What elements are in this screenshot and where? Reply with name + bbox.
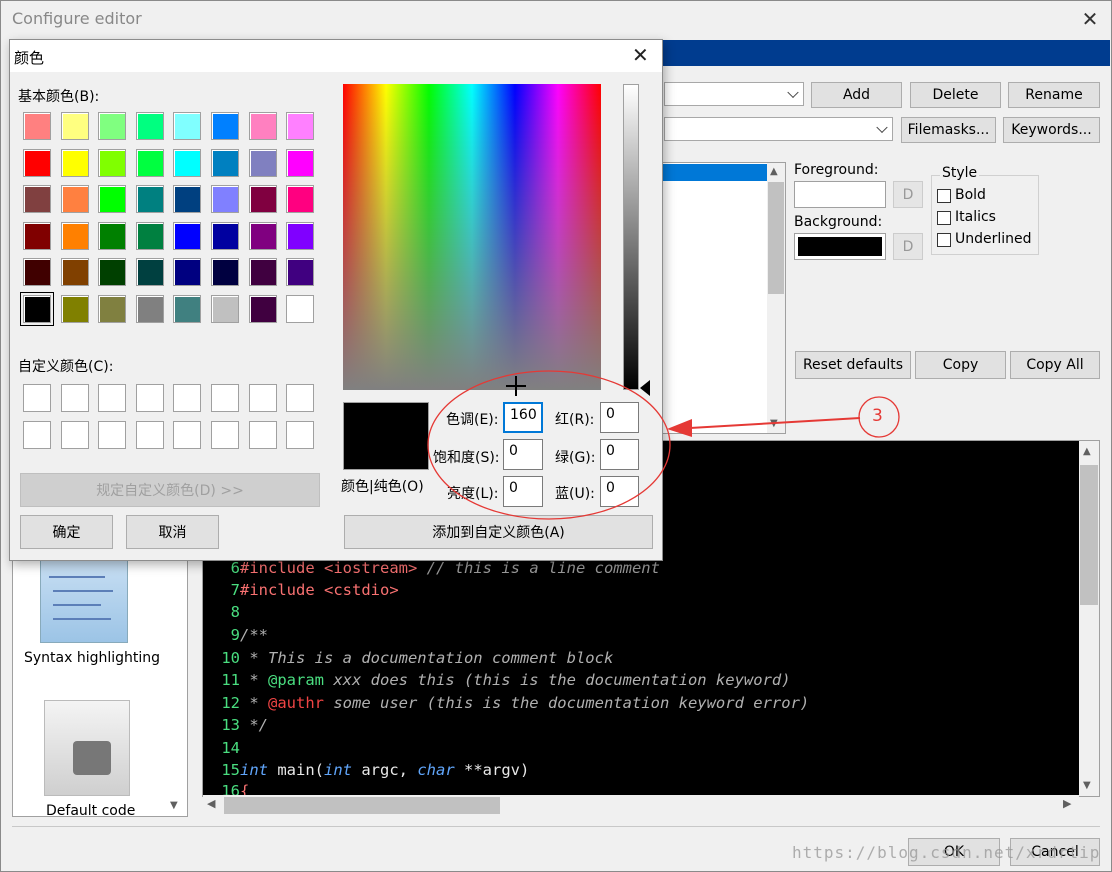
annotation-arrow-head bbox=[667, 419, 692, 437]
annotation-overlay bbox=[427, 370, 900, 520]
annotation-ellipse bbox=[427, 370, 671, 520]
annotation-number: 3 bbox=[872, 406, 883, 426]
annotation-arrow-shaft bbox=[689, 417, 861, 429]
